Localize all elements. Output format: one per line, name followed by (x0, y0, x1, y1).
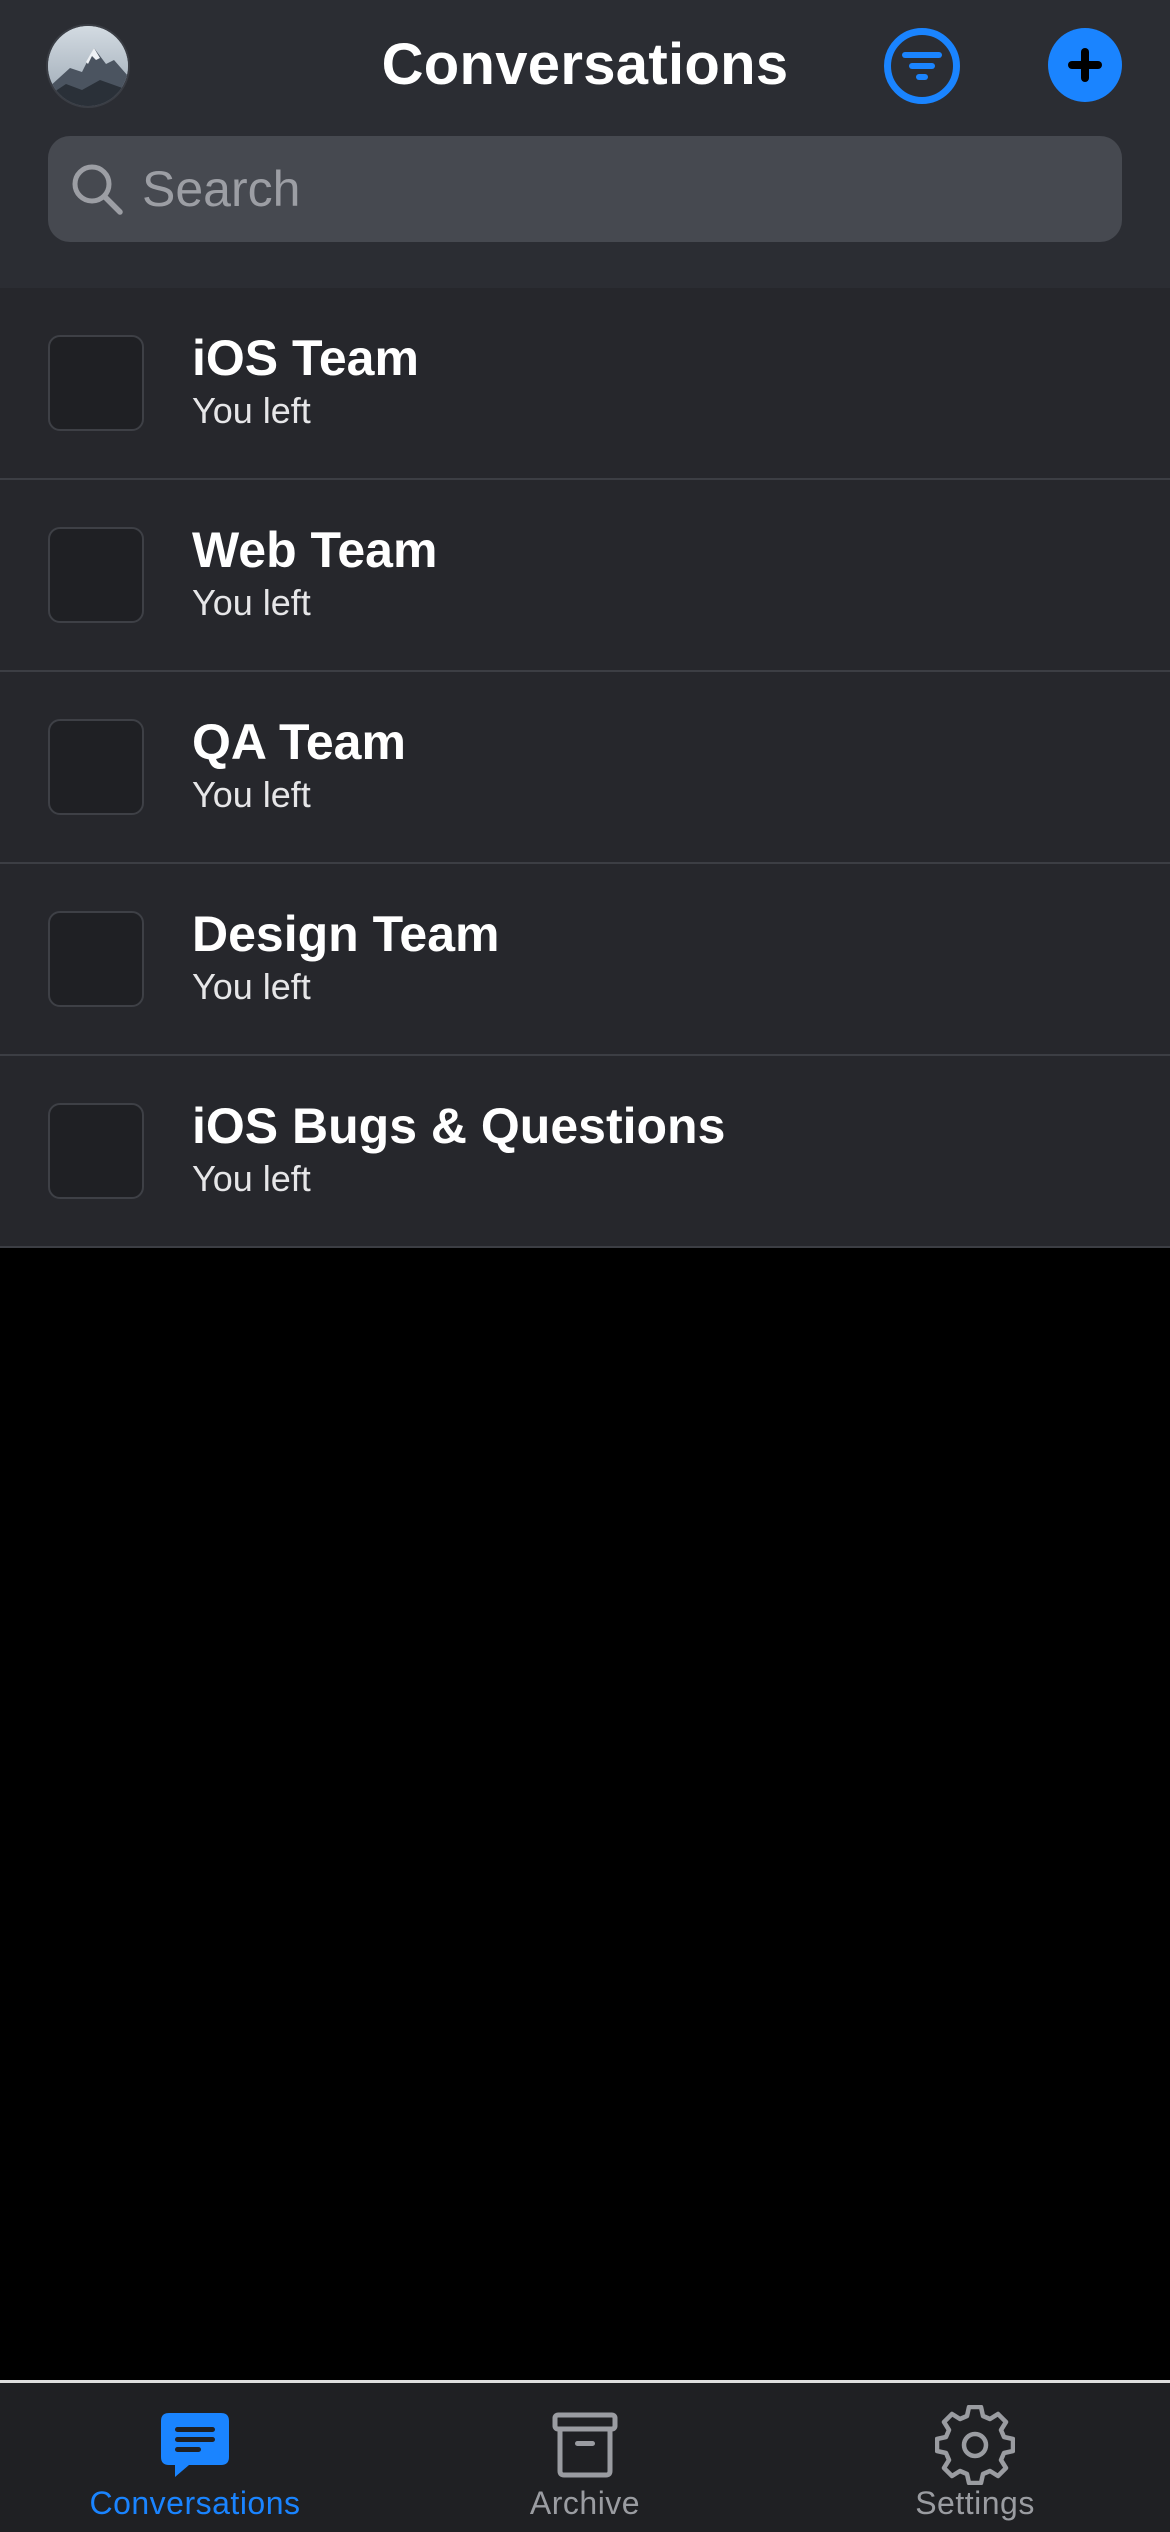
conversation-row-design-team[interactable]: Design Team You left (0, 864, 1170, 1056)
search-icon (72, 164, 123, 215)
conversation-name: Design Team (192, 906, 500, 962)
conversation-name: iOS Team (192, 330, 419, 386)
conversation-row-ios-bugs[interactable]: iOS Bugs & Questions You left (0, 1056, 1170, 1248)
conversation-status: You left (192, 774, 311, 815)
search-input[interactable] (142, 136, 1102, 242)
plus-icon (1068, 48, 1102, 82)
conversation-status: You left (192, 966, 311, 1007)
conversation-status: You left (192, 390, 311, 431)
tab-bar: Conversations Archive Settings (0, 2380, 1170, 2532)
filter-icon (902, 52, 942, 80)
tab-label: Archive (529, 2485, 641, 2521)
conversation-avatar (48, 1103, 144, 1199)
tab-label: Settings (915, 2485, 1035, 2521)
page-title: Conversations (381, 32, 789, 97)
tab-settings[interactable]: Settings (780, 2383, 1170, 2532)
conversation-avatar (48, 335, 144, 431)
tab-archive[interactable]: Archive (390, 2383, 780, 2532)
gear-icon (935, 2405, 1015, 2485)
new-conversation-button[interactable] (1048, 28, 1122, 102)
conversation-row-qa-team[interactable]: QA Team You left (0, 672, 1170, 864)
filter-button[interactable] (884, 28, 960, 104)
conversation-status: You left (192, 1158, 311, 1199)
tab-label: Conversations (89, 2485, 301, 2521)
chat-bubble-icon (161, 2413, 229, 2477)
conversation-name: QA Team (192, 714, 406, 770)
header-bar: Conversations (0, 0, 1170, 288)
conversation-status: You left (192, 582, 311, 623)
conversation-avatar (48, 719, 144, 815)
conversation-row-ios-team[interactable]: iOS Team You left (0, 288, 1170, 480)
archive-box-icon (552, 2412, 618, 2478)
conversation-avatar (48, 527, 144, 623)
conversation-name: Web Team (192, 522, 438, 578)
conversation-row-web-team[interactable]: Web Team You left (0, 480, 1170, 672)
conversation-avatar (48, 911, 144, 1007)
search-bar[interactable] (48, 136, 1122, 242)
app-screen: Conversations iOS Team (0, 0, 1170, 2532)
conversation-name: iOS Bugs & Questions (192, 1098, 726, 1154)
conversation-list: iOS Team You left Web Team You left QA T… (0, 288, 1170, 1248)
tab-conversations[interactable]: Conversations (0, 2383, 390, 2532)
